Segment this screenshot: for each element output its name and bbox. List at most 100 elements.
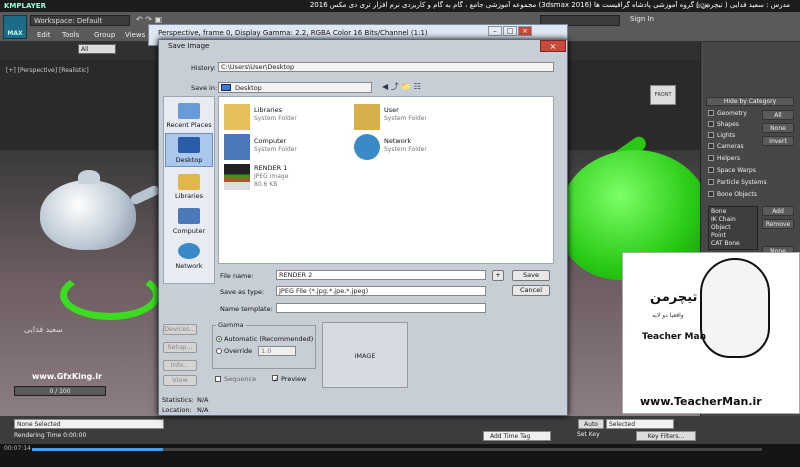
hide-by-category-rollout[interactable]: Hide by Category [706,97,794,106]
key-mode-dropdown[interactable]: Selected [606,419,674,429]
white-teapot-lid [78,170,100,184]
gamma-auto-option[interactable]: Automatic (Recommended) [216,335,313,343]
place-computer[interactable]: Computer [164,227,214,235]
checkbox-icon[interactable] [708,121,714,127]
statistics-value: N/A [197,396,209,404]
add-button[interactable]: Add [762,206,794,216]
file-computer-name[interactable]: Computer [254,137,286,145]
file-libraries-type: System Folder [254,115,297,122]
menu-views[interactable]: Views [125,31,145,39]
category-label: Cameras [717,143,744,150]
category-cameras[interactable]: Cameras [708,142,744,152]
key-filters-button[interactable]: Key Filters... [636,431,696,441]
maximize-icon[interactable]: □ [503,26,517,36]
green-torus [60,270,160,320]
time-slider[interactable]: 0 / 100 [14,386,106,396]
file-computer-type: System Folder [254,146,297,153]
list-item[interactable]: CAT Bone [711,240,755,248]
invert-button[interactable]: Invert [762,136,794,146]
file-network-name[interactable]: Network [384,137,411,145]
save-in-dropdown[interactable]: Desktop [218,82,372,93]
elapsed-time: 00:07:14 [4,445,31,452]
viewcube[interactable]: FRONT [650,85,676,105]
minimize-icon[interactable]: – [488,26,502,36]
gamma-value-spinner[interactable]: 1.0 [258,346,296,356]
checkbox-checked-icon[interactable]: ✓ [272,375,278,384]
sign-in-link[interactable]: Sign In [630,15,654,23]
history-dropdown[interactable]: C:\Users\User\Desktop [218,62,554,72]
playback-progress-fill [32,448,164,451]
list-item[interactable]: Bone [711,208,755,216]
checkbox-icon[interactable] [708,132,714,138]
checkbox-icon[interactable] [215,376,221,382]
place-libraries[interactable]: Libraries [164,192,214,200]
plus-button[interactable]: + [492,270,504,281]
folder-nav-icons[interactable]: ◀ ⤴ 📁 ☷ [382,81,421,92]
checkbox-icon[interactable] [708,179,714,185]
checkbox-icon[interactable] [708,110,714,116]
workspace-dropdown[interactable]: Workspace: Default [30,15,130,26]
preview-option[interactable]: ✓ Preview [272,375,306,384]
category-list[interactable]: Bone IK Chain Object Point CAT Bone [708,206,758,250]
category-helpers[interactable]: Helpers [708,154,740,164]
category-lights[interactable]: Lights [708,131,735,141]
file-render1-name[interactable]: RENDER 1 [254,164,287,172]
category-space-warps[interactable]: Space Warps [708,166,756,176]
file-user-type: System Folder [384,115,427,122]
view-button[interactable]: View [163,375,197,386]
dialog-close-icon[interactable]: × [540,40,566,52]
checkbox-icon[interactable] [708,143,714,149]
radio-icon[interactable] [216,336,222,342]
menu-tools[interactable]: Tools [62,31,79,39]
viewport-label[interactable]: [+] [Perspective] [Realistic] [6,67,89,74]
checkbox-icon[interactable] [708,167,714,173]
file-render1-type: JPEG image [254,173,289,180]
file-libraries-name[interactable]: Libraries [254,106,282,114]
add-time-tag-button[interactable]: Add Time Tag [483,431,551,441]
name-template-dropdown[interactable] [276,303,486,313]
save-button[interactable]: Save [512,270,550,281]
file-name-input[interactable]: RENDER 2 [276,270,486,280]
category-geometry[interactable]: Geometry [708,109,747,119]
cancel-button[interactable]: Cancel [512,285,550,296]
selection-filter-dropdown[interactable]: All [78,44,116,54]
place-desktop[interactable]: Desktop [164,156,214,164]
application-menu-button[interactable]: MAX [3,15,27,39]
list-item[interactable]: IK Chain Object [711,216,755,232]
recent-places-icon [178,103,200,119]
menu-edit[interactable]: Edit [37,31,51,39]
file-name-label: File name: [220,272,254,280]
auto-key-button[interactable]: Auto Key [578,419,604,437]
category-label: Space Warps [717,167,756,174]
menu-group[interactable]: Group [94,31,115,39]
category-particle-systems[interactable]: Particle Systems [708,178,767,188]
checkbox-icon[interactable] [708,155,714,161]
file-render1-size: 80.6 KB [254,181,278,188]
teacherman-subtitle: واقعیا دو لایه [652,312,684,319]
all-button[interactable]: All [762,110,794,120]
statistics-label: Statistics: [162,396,194,404]
radio-icon[interactable] [216,348,222,354]
setup-button[interactable]: Setup... [163,342,197,353]
category-label: Geometry [717,110,747,117]
place-network[interactable]: Network [164,262,214,270]
devices-button[interactable]: Devices... [163,324,197,335]
list-item[interactable]: Point [711,232,755,240]
undo-redo-icon[interactable]: ↶ ↷ ▣ [136,15,162,24]
location-value: N/A [197,406,209,414]
libraries-folder-icon [224,104,250,130]
info-button[interactable]: Info... [163,360,197,371]
name-template-label: Name template: [220,305,273,313]
category-shapes[interactable]: Shapes [708,120,739,130]
file-user-name[interactable]: User [384,106,399,114]
set-key-button[interactable]: Set Key [577,431,600,438]
checkbox-icon[interactable] [708,191,714,197]
save-as-type-dropdown[interactable]: JPEG File (*.jpg,*.jpe,*.jpeg) [276,286,486,296]
gamma-override-option[interactable]: Override [216,347,252,355]
remove-button[interactable]: Remove [762,219,794,229]
none-button[interactable]: None [762,123,794,133]
close-icon[interactable]: × [518,26,532,36]
sequence-option[interactable]: Sequence [215,375,256,383]
category-bone-objects[interactable]: Bone Objects [708,190,757,200]
place-recent[interactable]: Recent Places [164,121,214,129]
